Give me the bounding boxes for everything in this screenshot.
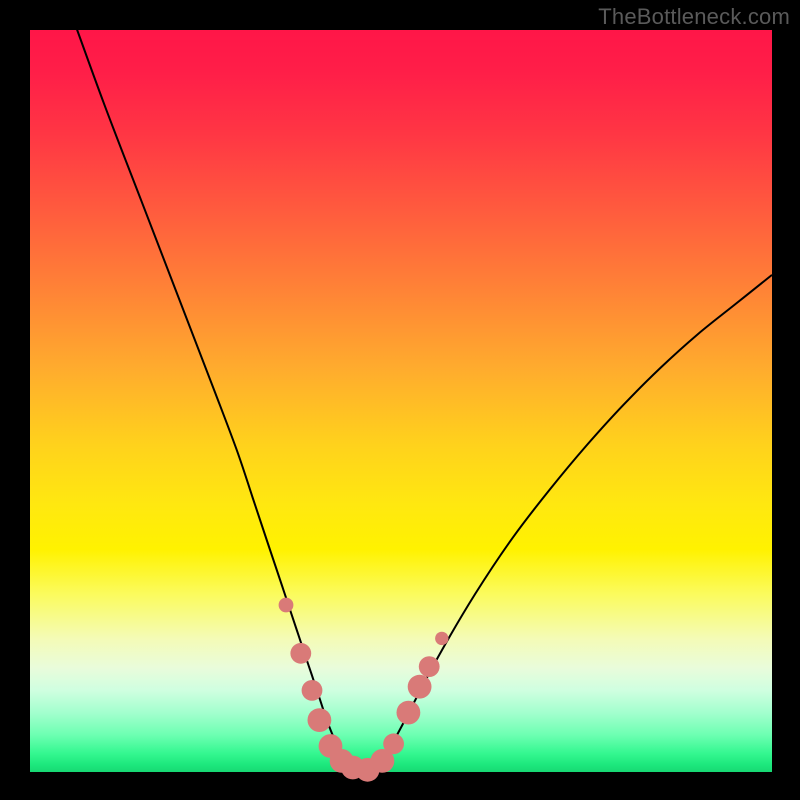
curve-marker — [279, 598, 294, 613]
curve-marker — [397, 701, 421, 725]
chart-frame: TheBottleneck.com — [0, 0, 800, 800]
curve-marker — [302, 680, 323, 701]
curve-marker — [290, 643, 311, 664]
curve-marker — [419, 656, 440, 677]
curve-marker — [408, 675, 432, 699]
curve-marker — [308, 708, 332, 732]
curve-marker — [383, 733, 404, 754]
curve-marker — [435, 632, 448, 645]
marker-layer — [279, 598, 449, 782]
plot-area — [30, 30, 772, 772]
curve-layer — [30, 30, 772, 772]
watermark-text: TheBottleneck.com — [598, 4, 790, 30]
